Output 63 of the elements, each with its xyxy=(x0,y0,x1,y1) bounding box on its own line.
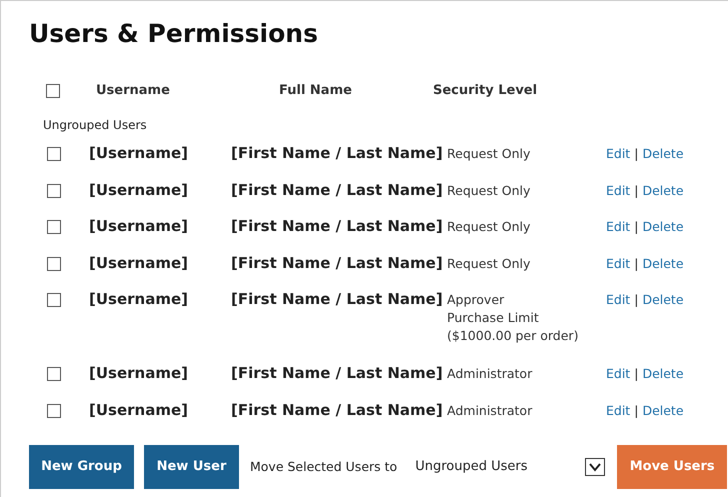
full-name: [First Name / Last Name] xyxy=(230,363,444,384)
caret-icon xyxy=(585,458,606,476)
username: [Username] xyxy=(89,252,189,273)
separator: | xyxy=(634,182,638,200)
group-select[interactable]: Ungrouped Users xyxy=(415,455,606,479)
username: [Username] xyxy=(89,363,189,384)
checkbox[interactable] xyxy=(47,404,61,418)
new-group-button[interactable]: New Group xyxy=(29,445,134,489)
separator: | xyxy=(634,365,638,384)
delete-link[interactable]: Delete xyxy=(642,254,684,273)
full-name: [First Name / Last Name] xyxy=(230,216,444,236)
security-level: Administrator xyxy=(447,402,534,420)
delete-link[interactable]: Delete xyxy=(642,365,684,384)
security-level: Approver xyxy=(447,291,506,310)
checkbox[interactable] xyxy=(47,367,61,382)
checkbox[interactable] xyxy=(47,293,61,308)
separator: | xyxy=(634,291,638,310)
username: [Username] xyxy=(89,289,189,310)
separator: | xyxy=(634,254,638,273)
security-level: Request Only xyxy=(447,254,532,273)
username: [Username] xyxy=(89,400,189,420)
delete-link[interactable]: Delete xyxy=(642,218,684,236)
security-level: ($1000.00 per order) xyxy=(447,327,580,346)
column-header: Security Level xyxy=(432,82,538,100)
edit-link[interactable]: Edit xyxy=(606,145,630,163)
separator: | xyxy=(634,402,638,420)
checkbox[interactable] xyxy=(47,256,61,271)
edit-link[interactable]: Edit xyxy=(606,365,630,384)
full-name: [First Name / Last Name] xyxy=(230,400,444,420)
username: [Username] xyxy=(89,143,189,163)
full-name: [First Name / Last Name] xyxy=(230,252,444,273)
security-level: Administrator xyxy=(447,365,534,384)
separator: | xyxy=(634,218,638,236)
move-label: Move Selected Users to xyxy=(250,458,398,476)
full-name: [First Name / Last Name] xyxy=(230,289,444,310)
delete-link[interactable]: Delete xyxy=(642,145,684,163)
delete-link[interactable]: Delete xyxy=(642,182,684,200)
move-users-button[interactable]: Move Users xyxy=(617,445,728,489)
username: [Username] xyxy=(89,216,189,236)
checkbox[interactable] xyxy=(46,84,60,98)
page-title: Users & Permissions xyxy=(29,18,319,50)
security-level: Request Only xyxy=(447,182,532,200)
security-level: Request Only xyxy=(447,218,532,236)
full-name: [First Name / Last Name] xyxy=(230,143,444,163)
delete-link[interactable]: Delete xyxy=(642,291,684,310)
security-level: Purchase Limit xyxy=(447,309,540,328)
full-name: [First Name / Last Name] xyxy=(230,180,444,200)
edit-link[interactable]: Edit xyxy=(606,218,630,236)
column-header: Username xyxy=(95,82,171,100)
separator: | xyxy=(634,145,638,163)
checkbox[interactable] xyxy=(47,220,61,234)
edit-link[interactable]: Edit xyxy=(606,182,630,200)
edit-link[interactable]: Edit xyxy=(606,291,630,310)
security-level: Request Only xyxy=(447,145,532,163)
edit-link[interactable]: Edit xyxy=(606,402,630,420)
group-label: Ungrouped Users xyxy=(43,117,148,133)
checkbox[interactable] xyxy=(47,184,61,198)
checkbox[interactable] xyxy=(47,147,61,161)
username: [Username] xyxy=(89,180,189,200)
new-user-button[interactable]: New User xyxy=(144,445,239,489)
edit-link[interactable]: Edit xyxy=(606,254,630,273)
delete-link[interactable]: Delete xyxy=(642,402,684,420)
column-header: Full Name xyxy=(278,82,353,100)
